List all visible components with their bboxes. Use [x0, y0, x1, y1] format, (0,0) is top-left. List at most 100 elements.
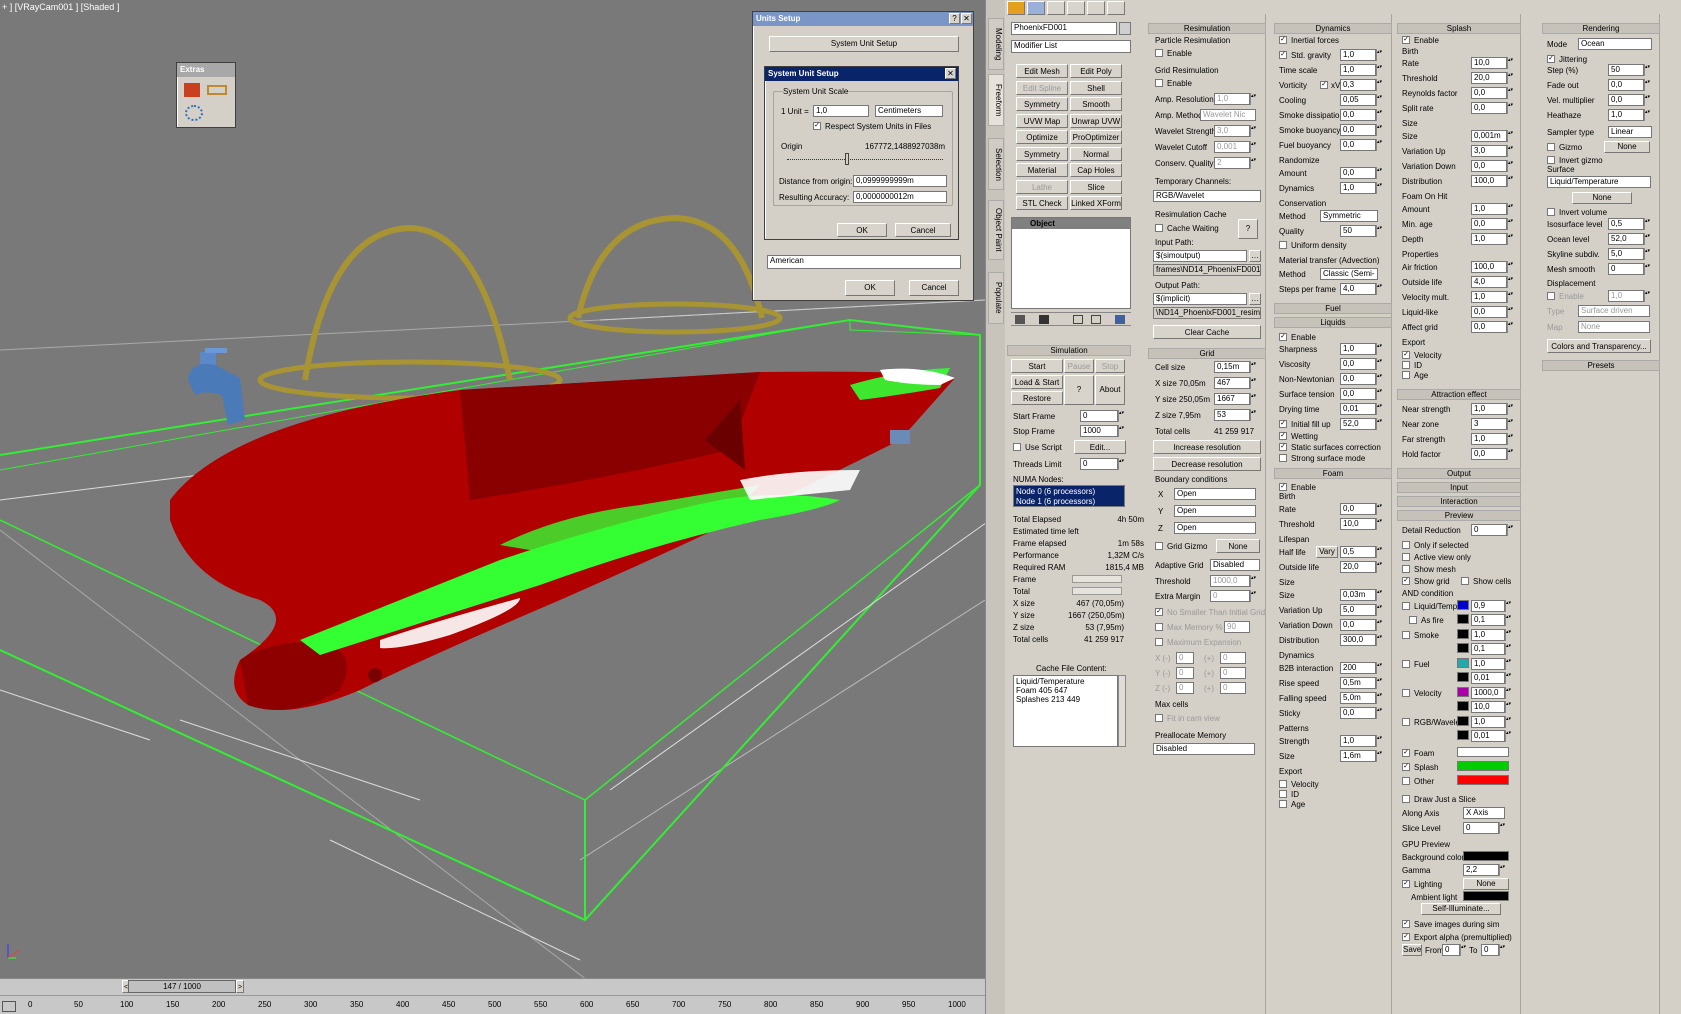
modifier-button[interactable]: ProOptimizer — [1070, 130, 1122, 144]
spinner[interactable]: ▴▾ — [1507, 130, 1513, 142]
displacement-enable-checkbox[interactable] — [1547, 292, 1555, 300]
surface-channel-select[interactable]: Liquid/Temperature — [1547, 176, 1651, 188]
tab-freeform[interactable]: Freeform — [988, 74, 1004, 126]
modifier-button[interactable]: Edit Poly — [1070, 64, 1122, 78]
splash-rate-input[interactable]: 10,0 — [1471, 57, 1507, 69]
reynolds-factor-input[interactable]: 0,0 — [1471, 87, 1507, 99]
surface-tension-input[interactable]: 0,0 — [1340, 388, 1376, 400]
spinner[interactable]: ▴▾ — [1505, 730, 1511, 742]
initial-fill-checkbox[interactable]: ✓ — [1279, 420, 1287, 428]
splash-variation-up-input[interactable]: 3,0 — [1471, 145, 1507, 157]
invert-volume-checkbox[interactable] — [1547, 208, 1555, 216]
stop-frame-input[interactable]: 1000 — [1080, 425, 1118, 437]
cell-size-input[interactable]: 0,15m — [1214, 361, 1250, 373]
x-size-input[interactable]: 467 — [1214, 377, 1250, 389]
foam-size-input[interactable]: 0,03m — [1340, 589, 1376, 601]
load-start-button[interactable]: Load & Start — [1011, 375, 1063, 389]
numa-node-0[interactable]: Node 0 (6 processors) — [1016, 487, 1122, 497]
sys-ok-button[interactable]: OK — [837, 223, 887, 237]
splash2-preview-checkbox[interactable]: ✓ — [1402, 763, 1410, 771]
spinner[interactable]: ▴▾ — [1460, 944, 1466, 956]
wavelet-cutoff-input[interactable]: 0,001 — [1214, 141, 1250, 153]
foam-export-age-checkbox[interactable] — [1279, 800, 1287, 808]
spinner[interactable]: ▴▾ — [1376, 604, 1382, 616]
rgbw-secondary-swatch[interactable] — [1457, 730, 1469, 740]
strong-surface-checkbox[interactable] — [1279, 454, 1287, 462]
spinner[interactable]: ▴▾ — [1376, 561, 1382, 573]
modifier-button[interactable]: Material — [1016, 163, 1068, 177]
max-memory-checkbox[interactable] — [1155, 623, 1163, 631]
draw-slice-checkbox[interactable] — [1402, 795, 1410, 803]
displacement-map-input[interactable]: None — [1578, 321, 1650, 333]
affect-grid-input[interactable]: 0,0 — [1471, 321, 1507, 333]
next-frame-button[interactable]: > — [236, 980, 244, 993]
foam-hit-amount-input[interactable]: 1,0 — [1471, 203, 1507, 215]
splash-enable-checkbox[interactable]: ✓ — [1402, 36, 1410, 44]
other-preview-checkbox[interactable] — [1402, 777, 1410, 785]
spinner[interactable]: ▴▾ — [1376, 589, 1382, 601]
fade-out-input[interactable]: 0,0 — [1608, 79, 1644, 91]
modifier-button[interactable]: Edit Spline — [1016, 80, 1068, 95]
numa-node-1[interactable]: Node 1 (6 processors) — [1016, 497, 1122, 507]
to-input[interactable]: 0 — [1481, 944, 1499, 956]
spinner[interactable]: ▴▾ — [1376, 283, 1382, 295]
spinner[interactable]: ▴▾ — [1644, 248, 1650, 260]
configure-sets-icon[interactable] — [1115, 315, 1125, 324]
spinner[interactable]: ▴▾ — [1376, 64, 1382, 76]
conservation-method-input[interactable]: Symmetric — [1320, 210, 1378, 222]
near-strength-input[interactable]: 1,0 — [1471, 403, 1507, 415]
lighting-pick-button[interactable]: None — [1463, 878, 1509, 890]
object-name-input[interactable]: PhoenixFD001 — [1011, 22, 1117, 35]
presets-header[interactable]: Presets — [1542, 360, 1660, 371]
spinner[interactable]: ▴▾ — [1376, 358, 1382, 370]
rise-speed-input[interactable]: 0,5m — [1340, 677, 1376, 689]
vel-preview-checkbox[interactable] — [1402, 689, 1410, 697]
spinner[interactable]: ▴▾ — [1250, 575, 1256, 587]
units-ok-button[interactable]: OK — [845, 280, 895, 296]
modifier-button[interactable]: Lathe — [1016, 179, 1068, 194]
modifier-button[interactable]: Optimize — [1016, 130, 1068, 144]
spinner[interactable]: ▴▾ — [1250, 141, 1256, 153]
drying-time-input[interactable]: 0,01 — [1340, 403, 1376, 415]
rgbw-preview-checkbox[interactable] — [1402, 718, 1410, 726]
timeline[interactable]: < 147 / 1000 > 0 50 100 150 200 250 300 350 400 4… — [0, 978, 985, 1014]
modifier-button[interactable]: UVW Map — [1016, 113, 1068, 128]
spinner[interactable]: ▴▾ — [1118, 410, 1124, 422]
grid-header[interactable]: Grid — [1148, 348, 1266, 359]
extra-margin-input[interactable]: 0 — [1210, 590, 1250, 602]
liquid-like-input[interactable]: 0,0 — [1471, 306, 1507, 318]
particle-enable-checkbox[interactable] — [1155, 49, 1163, 57]
liqtemp-preview-checkbox[interactable] — [1402, 602, 1410, 610]
simulation-rollout-header[interactable]: Simulation — [1007, 345, 1131, 356]
splash-header[interactable]: Splash — [1397, 23, 1521, 34]
modifier-button[interactable]: Shell — [1070, 80, 1122, 95]
rendering-header[interactable]: Rendering — [1542, 23, 1660, 34]
spinner[interactable]: ▴▾ — [1250, 393, 1256, 405]
spinner[interactable]: ▴▾ — [1376, 662, 1382, 674]
smoke-secondary-input[interactable]: 0,1 — [1471, 643, 1505, 655]
spinner[interactable]: ▴▾ — [1376, 634, 1382, 646]
grid-enable-checkbox[interactable] — [1155, 79, 1163, 87]
numa-list[interactable]: Node 0 (6 processors) Node 1 (6 processo… — [1013, 485, 1125, 507]
sharpness-input[interactable]: 1,0 — [1340, 343, 1376, 355]
start-button[interactable]: Start — [1011, 359, 1063, 373]
fuel-preview-checkbox[interactable] — [1402, 660, 1410, 668]
render-mode-input[interactable]: Ocean — [1578, 38, 1652, 50]
y-plus-input[interactable]: 0 — [1220, 667, 1246, 679]
liqtemp-preview-input[interactable]: 0,9 — [1471, 600, 1505, 612]
spinner[interactable]: ▴▾ — [1250, 361, 1256, 373]
ocean-level-input[interactable]: 52,0 — [1608, 233, 1644, 245]
tab-populate[interactable]: Populate — [988, 272, 1004, 324]
spinner[interactable]: ▴▾ — [1644, 64, 1650, 76]
splash-variation-down-input[interactable]: 0,0 — [1471, 160, 1507, 172]
export-alpha-checkbox[interactable]: ✓ — [1402, 933, 1410, 941]
render-gizmo-checkbox[interactable] — [1547, 143, 1555, 151]
spinner[interactable]: ▴▾ — [1376, 182, 1382, 194]
spinner[interactable]: ▴▾ — [1644, 79, 1650, 91]
wetting-checkbox[interactable]: ✓ — [1279, 432, 1287, 440]
ambient-light-swatch[interactable] — [1463, 891, 1509, 901]
foam-threshold-input[interactable]: 10,0 — [1340, 518, 1376, 530]
bc-y-select[interactable]: Open — [1174, 505, 1256, 517]
spinner[interactable]: ▴▾ — [1507, 448, 1513, 460]
viewport-label[interactable]: + ] [VRayCam001 ] [Shaded ] — [2, 2, 119, 12]
